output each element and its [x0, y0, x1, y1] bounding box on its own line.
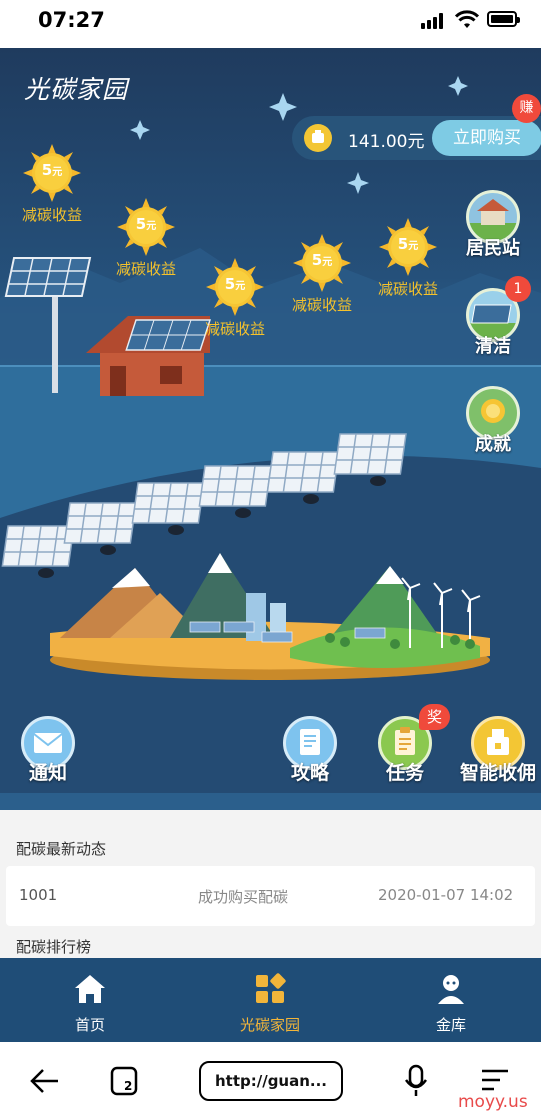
menu-icon[interactable] — [480, 1068, 510, 1092]
reward-unit: 元 — [235, 281, 246, 292]
clean-count-badge: 1 — [505, 276, 531, 302]
resident-station-label: 居民站 — [466, 238, 520, 259]
news-event: 成功购买配碳 — [198, 888, 289, 906]
apps-grid-icon — [256, 973, 286, 1003]
reward-value: 5 — [224, 275, 236, 293]
buy-now-button[interactable]: 立即购买 — [432, 120, 541, 156]
notice-label: 通知 — [28, 762, 67, 784]
guide-button[interactable]: 攻略 — [262, 716, 358, 785]
tab-carbon-home-label: 光碳家园 — [239, 1016, 300, 1034]
reward-unit: 元 — [408, 241, 419, 252]
reward-value: 5 — [311, 251, 323, 269]
tab-home[interactable]: 首页 — [0, 958, 180, 1042]
ranking-title: 配碳排行榜 — [16, 938, 92, 956]
notice-button[interactable]: 通知 — [0, 716, 96, 785]
reward-label: 减碳收益 — [377, 280, 438, 298]
tab-vault-label: 金库 — [435, 1016, 466, 1034]
achievement-button[interactable]: 成就 — [453, 386, 533, 456]
balance-amount: 141.00元 — [348, 132, 425, 152]
smart-commission-button[interactable]: 智能收佣 — [450, 716, 541, 785]
wifi-icon — [455, 10, 479, 28]
sun-icon: 5元 — [379, 218, 437, 276]
reward-unit: 元 — [52, 167, 63, 178]
news-title: 配碳最新动态 — [16, 840, 107, 858]
sun-icon: 5元 — [117, 198, 175, 256]
carbon-home-scene: 光碳家园 5元 减碳收益 5元 减碳收益 5元 减碳收益 5元 减碳收益 5元 — [0, 48, 541, 810]
clean-label: 清洁 — [475, 336, 511, 357]
url-bar[interactable]: http://guan... — [199, 1061, 343, 1101]
task-label: 任务 — [385, 762, 424, 784]
tab-vault[interactable]: 金库 — [361, 958, 541, 1042]
microphone-icon[interactable] — [404, 1064, 428, 1098]
sun-icon: 5元 — [293, 234, 351, 292]
resident-station-button[interactable]: 居民站 — [453, 190, 533, 260]
list-item[interactable]: 1001 成功购买配碳 2020-01-07 14:02 — [6, 866, 535, 926]
achievement-label: 成就 — [475, 434, 511, 455]
browser-toolbar: 2 http://guan... moyy.us — [0, 1042, 541, 1116]
reward-unit: 元 — [322, 257, 333, 268]
user-icon — [438, 975, 464, 1004]
tab-carbon-home[interactable]: 光碳家园 — [180, 958, 360, 1042]
battery-icon — [487, 11, 520, 27]
app-logo: 光碳家园 — [24, 75, 129, 104]
task-reward-badge: 奖 — [419, 704, 450, 730]
home-icon — [75, 975, 105, 1003]
reward-value: 5 — [41, 161, 53, 179]
carbon-news-section: 配碳最新动态 1001 成功购买配碳 2020-01-07 14:02 配碳排行… — [0, 810, 541, 958]
news-time: 2020-01-07 14:02 — [378, 886, 514, 904]
svg-text:2: 2 — [124, 1079, 132, 1093]
earn-badge: 赚 — [512, 94, 541, 123]
bottom-tab-bar: 首页 光碳家园 金库 — [0, 958, 541, 1042]
carbon-reward-sun[interactable]: 5元 减碳收益 — [353, 218, 463, 299]
reward-unit: 元 — [146, 221, 157, 232]
guide-label: 攻略 — [290, 762, 329, 784]
smart-commission-label: 智能收佣 — [459, 762, 536, 784]
reward-value: 5 — [397, 235, 409, 253]
sun-icon: 5元 — [23, 144, 81, 202]
sun-icon: 5元 — [206, 258, 264, 316]
wallet-icon — [304, 124, 332, 152]
status-bar: 07:27 — [0, 0, 541, 48]
watermark: moyy.us — [458, 1092, 528, 1112]
news-user-id: 1001 — [19, 886, 58, 904]
cell-signal-icon — [421, 13, 445, 29]
tabs-icon[interactable]: 2 — [110, 1066, 142, 1098]
balance-buy-bar: 141.00元 立即购买 — [292, 116, 541, 160]
reward-label: 减碳收益 — [204, 320, 265, 338]
back-arrow-icon[interactable] — [30, 1068, 60, 1094]
status-time: 07:27 — [38, 8, 105, 32]
tab-home-label: 首页 — [74, 1016, 105, 1034]
reward-value: 5 — [135, 215, 147, 233]
